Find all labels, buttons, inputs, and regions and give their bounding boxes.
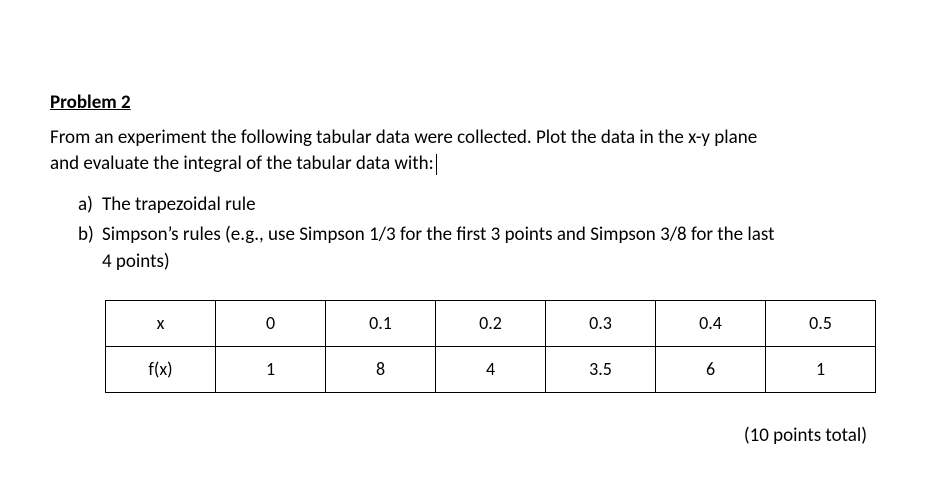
sub-parts-list: a) The trapezoidal rule b) Simpson’s rul… xyxy=(50,192,895,276)
cell: 0.3 xyxy=(546,300,656,346)
points-total: (10 points total) xyxy=(50,423,895,450)
cell: 6 xyxy=(656,346,766,392)
cell: 1 xyxy=(216,346,326,392)
cell: 0.2 xyxy=(436,300,546,346)
subpart-b: b) Simpson’s rules (e.g., use Simpson 1/… xyxy=(78,222,895,275)
cell: 1 xyxy=(766,346,876,392)
cell: 0 xyxy=(216,300,326,346)
row-label-fx: f(x) xyxy=(106,346,216,392)
intro-line-2: and evaluate the integral of the tabular… xyxy=(50,152,434,175)
text-cursor xyxy=(436,154,437,175)
data-table: x 0 0.1 0.2 0.3 0.4 0.5 f(x) 1 8 4 3.5 6… xyxy=(105,300,876,393)
table-row-fx: f(x) 1 8 4 3.5 6 1 xyxy=(106,346,876,392)
subpart-b-line1: Simpson’s rules (e.g., use Simpson 1/3 f… xyxy=(102,223,774,246)
cell: 3.5 xyxy=(546,346,656,392)
cell: 0.5 xyxy=(766,300,876,346)
problem-intro: From an experiment the following tabular… xyxy=(50,125,895,178)
cell: 0.1 xyxy=(326,300,436,346)
subpart-a: a) The trapezoidal rule xyxy=(78,192,895,219)
subpart-a-text: The trapezoidal rule xyxy=(102,193,256,216)
problem-heading: Problem 2 xyxy=(50,90,895,117)
subpart-b-line2: 4 points) xyxy=(102,249,895,276)
intro-line-1: From an experiment the following tabular… xyxy=(50,126,757,149)
row-label-x: x xyxy=(106,300,216,346)
cell: 8 xyxy=(326,346,436,392)
table-row-x: x 0 0.1 0.2 0.3 0.4 0.5 xyxy=(106,300,876,346)
cell: 0.4 xyxy=(656,300,766,346)
cell: 4 xyxy=(436,346,546,392)
subpart-b-marker: b) xyxy=(78,222,94,249)
subpart-a-marker: a) xyxy=(78,192,93,219)
